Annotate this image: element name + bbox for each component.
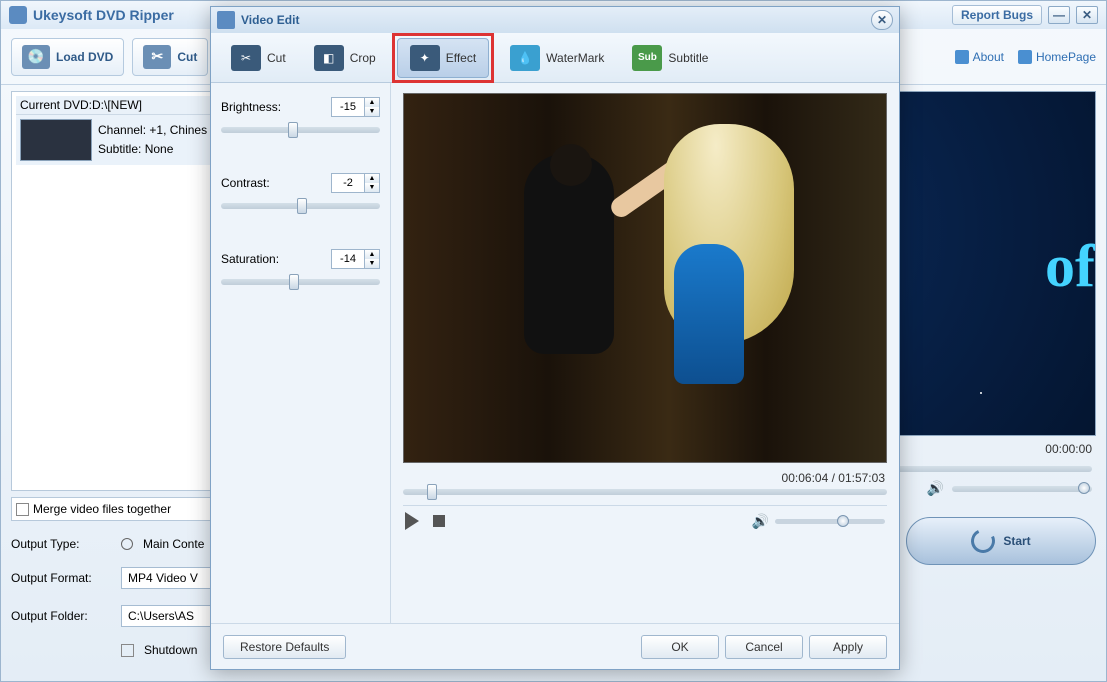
dialog-icon — [217, 11, 235, 29]
dialog-tabs: ✂ Cut ◧ Crop ✦ Effect 💧 WaterMark Sub Su… — [211, 33, 899, 83]
droplet-icon: 💧 — [510, 45, 540, 71]
brightness-slider[interactable] — [221, 127, 380, 133]
header-links: About HomePage — [955, 50, 1096, 64]
contrast-spin-up[interactable]: ▲ — [365, 174, 379, 183]
about-link[interactable]: About — [955, 50, 1004, 64]
load-dvd-button[interactable]: 💿 Load DVD — [11, 38, 124, 76]
output-type-value: Main Conte — [143, 537, 204, 551]
cancel-button[interactable]: Cancel — [725, 635, 803, 659]
effect-controls-panel: Brightness: ▲▼ Contrast: ▲▼ — [211, 83, 391, 623]
saturation-label: Saturation: — [221, 252, 279, 266]
dvd-plus-icon: 💿 — [22, 45, 50, 69]
shutdown-label: Shutdown — [144, 643, 197, 657]
contrast-spin-down[interactable]: ▼ — [365, 183, 379, 192]
brightness-spinner[interactable]: ▲▼ — [331, 97, 380, 117]
tab-watermark[interactable]: 💧 WaterMark — [498, 39, 616, 77]
contrast-slider[interactable] — [221, 203, 380, 209]
contrast-slider-thumb[interactable] — [297, 198, 307, 214]
output-format-label: Output Format: — [11, 571, 111, 585]
output-type-label: Output Type: — [11, 537, 111, 551]
ok-button[interactable]: OK — [641, 635, 719, 659]
video-figure-2 — [634, 124, 794, 454]
shutdown-checkbox[interactable] — [121, 644, 134, 657]
minimize-button[interactable]: — — [1048, 6, 1070, 24]
brightness-slider-thumb[interactable] — [288, 122, 298, 138]
saturation-slider[interactable] — [221, 279, 380, 285]
report-bugs-button[interactable]: Report Bugs — [952, 5, 1042, 25]
dialog-titlebar: Video Edit ✕ — [211, 7, 899, 33]
contrast-input[interactable] — [332, 177, 364, 189]
preview-volume-thumb[interactable] — [1078, 482, 1090, 494]
dvd-meta: Channel: +1, Chines Subtitle: None — [98, 121, 207, 159]
saturation-spin-up[interactable]: ▲ — [365, 250, 379, 259]
merge-label: Merge video files together — [33, 502, 171, 516]
start-button[interactable]: Start — [906, 517, 1096, 565]
effect-tab-highlight: ✦ Effect — [392, 33, 494, 83]
app-icon — [9, 6, 27, 24]
subtitle-icon: Sub — [632, 45, 662, 71]
video-figure-torso — [674, 244, 744, 384]
video-figure-1 — [524, 154, 614, 354]
dialog-preview-panel: 00:06:04 / 01:57:03 🔊 — [391, 83, 899, 623]
volume-icon: 🔊 — [752, 513, 769, 530]
crop-icon: ◧ — [314, 45, 344, 71]
play-button[interactable] — [405, 512, 419, 530]
dialog-close-button[interactable]: ✕ — [871, 10, 893, 30]
dialog-volume-thumb[interactable] — [837, 515, 849, 527]
close-button[interactable]: ✕ — [1076, 6, 1098, 24]
playback-time: 00:06:04 / 01:57:03 — [403, 463, 887, 489]
playback-controls: 🔊 — [403, 505, 887, 536]
tab-subtitle[interactable]: Sub Subtitle — [620, 39, 720, 77]
start-label: Start — [1003, 534, 1030, 548]
contrast-group: Contrast: ▲▼ — [221, 173, 380, 209]
home-icon — [1018, 50, 1032, 64]
effect-stars-icon: ✦ — [410, 45, 440, 71]
cut-button[interactable]: ✂ Cut — [132, 38, 208, 76]
preview-volume-slider[interactable] — [952, 486, 1092, 492]
brightness-group: Brightness: ▲▼ — [221, 97, 380, 133]
saturation-spinner[interactable]: ▲▼ — [331, 249, 380, 269]
brightness-label: Brightness: — [221, 100, 281, 114]
playback-seek-thumb[interactable] — [427, 484, 437, 500]
playback-seek-slider[interactable] — [403, 489, 887, 495]
dialog-footer: Restore Defaults OK Cancel Apply — [211, 623, 899, 669]
contrast-label: Contrast: — [221, 176, 270, 190]
cut-label: Cut — [177, 50, 197, 64]
video-preview — [403, 93, 887, 463]
refresh-icon — [968, 526, 999, 557]
merge-checkbox[interactable] — [16, 503, 29, 516]
brand-logo-fragment: oft — [1045, 232, 1096, 301]
brightness-spin-up[interactable]: ▲ — [365, 98, 379, 107]
tab-effect[interactable]: ✦ Effect — [397, 38, 489, 78]
contrast-spinner[interactable]: ▲▼ — [331, 173, 380, 193]
restore-defaults-button[interactable]: Restore Defaults — [223, 635, 346, 659]
film-cut-icon: ✂ — [143, 45, 171, 69]
output-folder-label: Output Folder: — [11, 609, 111, 623]
dvd-thumbnail — [20, 119, 92, 161]
saturation-input[interactable] — [332, 253, 364, 265]
tab-crop[interactable]: ◧ Crop — [302, 39, 388, 77]
tab-cut[interactable]: ✂ Cut — [219, 39, 298, 77]
load-dvd-label: Load DVD — [56, 50, 113, 64]
output-type-radio[interactable] — [121, 538, 133, 550]
dialog-volume-slider[interactable] — [775, 519, 885, 524]
saturation-group: Saturation: ▲▼ — [221, 249, 380, 285]
brightness-spin-down[interactable]: ▼ — [365, 107, 379, 116]
film-scissors-icon: ✂ — [231, 45, 261, 71]
apply-button[interactable]: Apply — [809, 635, 887, 659]
homepage-link[interactable]: HomePage — [1018, 50, 1096, 64]
brightness-input[interactable] — [332, 101, 364, 113]
about-icon — [955, 50, 969, 64]
stop-button[interactable] — [433, 515, 445, 527]
volume-icon: 🔊 — [927, 480, 944, 497]
video-edit-dialog: Video Edit ✕ ✂ Cut ◧ Crop ✦ Effect 💧 Wat… — [210, 6, 900, 670]
saturation-spin-down[interactable]: ▼ — [365, 259, 379, 268]
video-frame-scene — [404, 94, 886, 462]
dialog-title: Video Edit — [241, 13, 299, 27]
saturation-slider-thumb[interactable] — [289, 274, 299, 290]
star-decoration — [980, 392, 982, 394]
